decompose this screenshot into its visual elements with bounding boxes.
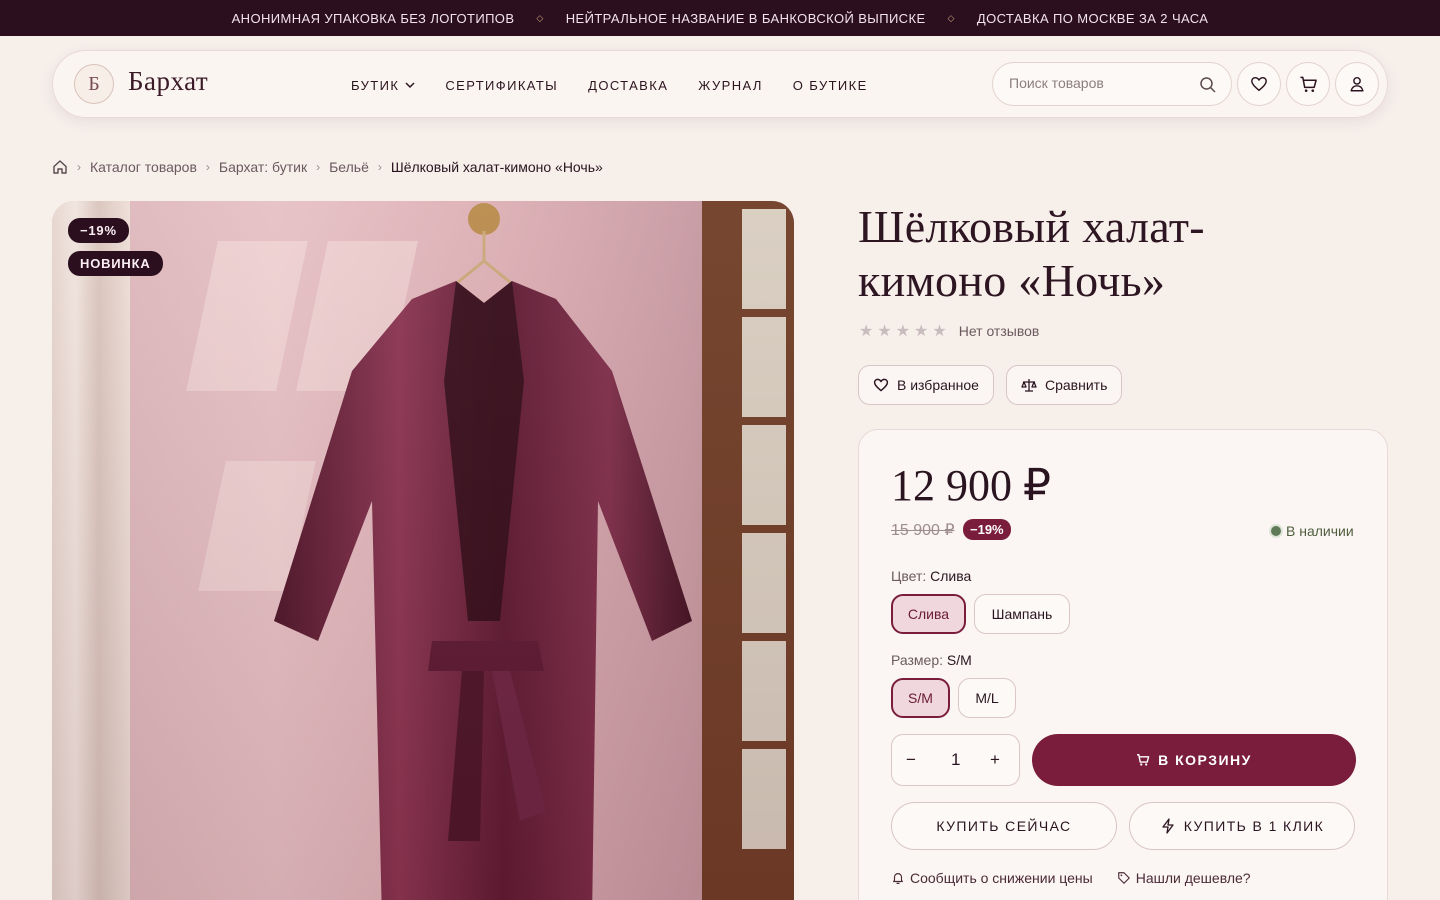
breadcrumb-link[interactable]: Каталог товаров (90, 159, 197, 175)
nav-item-label: БУТИК (351, 77, 400, 93)
button-label: Сравнить (1045, 377, 1108, 393)
button-label: КУПИТЬ СЕЙЧАС (936, 818, 1072, 834)
wishlist-button[interactable] (1237, 62, 1281, 106)
size-value: S/M (946, 652, 972, 668)
star-icon: ★ (895, 323, 911, 340)
decrement-button[interactable]: − (906, 750, 916, 770)
cart-icon (1137, 754, 1150, 766)
star-icon: ★ (877, 323, 892, 340)
quantity-value[interactable]: 1 (951, 750, 960, 770)
diamond-separator-icon: ◇ (947, 12, 955, 23)
nav-item-delivery[interactable]: ДОСТАВКА (588, 78, 668, 93)
breadcrumb: › Каталог товаров › Бархат: бутик › Бель… (52, 157, 603, 177)
heart-icon (873, 378, 889, 392)
chevron-right-icon: › (205, 160, 210, 174)
lightning-icon (1162, 818, 1174, 834)
current-price: 12 900 ₽ (891, 461, 1051, 510)
increment-button[interactable]: + (990, 750, 1000, 770)
product-title: Шёлковый халат- кимоно «Ночь» (858, 200, 1358, 308)
buy-now-button[interactable]: КУПИТЬ СЕЙЧАС (891, 802, 1117, 850)
diamond-separator-icon: ◇ (536, 12, 544, 23)
cart-icon (1299, 76, 1317, 92)
search-icon[interactable] (1199, 76, 1217, 94)
star-icon: ★ (932, 323, 947, 340)
product-badges: −19% НОВИНКА (68, 218, 163, 284)
bell-icon (893, 873, 903, 885)
breadcrumb-link[interactable]: Бельё (329, 159, 369, 175)
breadcrumb-link[interactable]: Бархат: бутик (219, 159, 307, 175)
product-title-line: Шёлковый халат- (858, 201, 1205, 252)
size-option-ml[interactable]: M/L (958, 678, 1016, 718)
in-stock-dot-icon (1271, 526, 1281, 536)
scales-icon (1021, 379, 1037, 392)
chevron-down-icon (405, 82, 415, 89)
photo-overlay (52, 201, 794, 900)
logo-badge[interactable]: Б (74, 64, 114, 104)
compare-button[interactable]: Сравнить (1006, 365, 1123, 405)
user-icon (1350, 76, 1364, 92)
discount-badge: −19% (68, 218, 129, 243)
announcement-item: ДОСТАВКА ПО МОСКВЕ ЗА 2 ЧАСА (976, 10, 1209, 26)
color-label: Цвет: Слива (891, 568, 971, 584)
announcement-bar: АНОНИМНАЯ УПАКОВКА БЕЗ ЛОГОТИПОВ ◇ НЕЙТР… (0, 0, 1440, 36)
button-label: КУПИТЬ В 1 КЛИК (1183, 818, 1325, 834)
search-box (992, 62, 1232, 106)
link-label: Сообщить о снижении цены (910, 870, 1093, 886)
announcement-item: АНОНИМНАЯ УПАКОВКА БЕЗ ЛОГОТИПОВ (231, 10, 515, 26)
color-option-sliva[interactable]: Слива (891, 594, 966, 634)
chevron-right-icon: › (377, 160, 382, 174)
reviews-link[interactable]: Нет отзывов (959, 323, 1040, 339)
main-nav: БУТИК СЕРТИФИКАТЫ ДОСТАВКА ЖУРНАЛ О БУТИ… (351, 51, 868, 119)
account-button[interactable] (1335, 62, 1379, 106)
chevron-right-icon: › (77, 160, 81, 174)
heart-icon (1251, 76, 1267, 92)
price-links: Сообщить о снижении цены Нашли дешевле? (891, 870, 1251, 886)
purchase-card: 12 900 ₽ 15 900 ₽ −19% В наличии Цвет: С… (858, 429, 1388, 900)
add-to-favorites-button[interactable]: В избранное (858, 365, 994, 405)
nav-item-about[interactable]: О БУТИКЕ (793, 78, 868, 93)
buy-one-click-button[interactable]: КУПИТЬ В 1 КЛИК (1129, 802, 1355, 850)
quantity-stepper: − 1 + (891, 734, 1020, 786)
product-image[interactable]: −19% НОВИНКА (52, 201, 794, 900)
search-input[interactable] (1009, 75, 1189, 91)
nav-item-journal[interactable]: ЖУРНАЛ (698, 78, 763, 93)
color-option-champagne[interactable]: Шампань (974, 594, 1070, 634)
old-price: 15 900 ₽ (891, 522, 955, 539)
size-option-sm[interactable]: S/M (891, 678, 950, 718)
link-label: Нашли дешевле? (1135, 870, 1251, 886)
logo-text[interactable]: Бархат (128, 66, 208, 97)
star-icon: ★ (859, 323, 874, 340)
cart-button[interactable] (1286, 62, 1330, 106)
home-icon[interactable] (52, 159, 68, 175)
chevron-right-icon: › (316, 160, 321, 174)
found-cheaper-link[interactable]: Нашли дешевле? (1117, 870, 1251, 886)
price-alert-link[interactable]: Сообщить о снижении цены (891, 870, 1093, 886)
button-label: В избранное (897, 377, 979, 393)
add-to-cart-button[interactable]: В КОРЗИНУ (1032, 734, 1356, 786)
product-title-line: кимоно «Ночь» (858, 255, 1166, 306)
announcement-item: НЕЙТРАЛЬНОЕ НАЗВАНИЕ В БАНКОВСКОЙ ВЫПИСК… (565, 10, 926, 26)
size-label-text: Размер: (891, 652, 944, 668)
stock-label: В наличии (1286, 523, 1354, 539)
discount-tag: −19% (963, 519, 1011, 540)
new-badge: НОВИНКА (68, 251, 163, 276)
star-icon: ★ (914, 323, 929, 340)
size-label: Размер: S/M (891, 652, 972, 668)
color-label-text: Цвет: (891, 568, 927, 584)
product-rating: ★ ★ ★ ★ ★ Нет отзывов (859, 321, 1039, 341)
stock-status: В наличии (1271, 523, 1354, 539)
nav-item-boutique[interactable]: БУТИК (351, 78, 415, 93)
site-header: Б Бархат БУТИК СЕРТИФИКАТЫ ДОСТАВКА ЖУРН… (52, 50, 1388, 118)
breadcrumb-current: Шёлковый халат-кимоно «Ночь» (390, 159, 603, 175)
color-value: Слива (930, 568, 972, 584)
nav-item-certificates[interactable]: СЕРТИФИКАТЫ (445, 78, 558, 93)
button-label: В КОРЗИНУ (1158, 752, 1252, 768)
tag-icon (1117, 872, 1130, 884)
